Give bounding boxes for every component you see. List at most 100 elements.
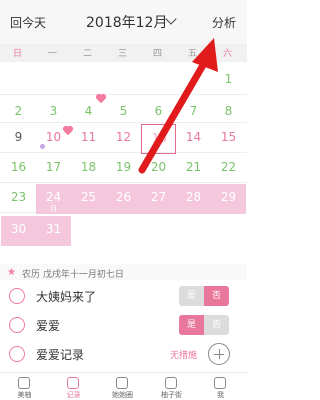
calendar-day-number: 22 [220, 160, 237, 174]
calendar-day-cell[interactable]: 12 [106, 124, 141, 154]
calendar-day-cell[interactable]: 16 [1, 154, 36, 184]
protection-note: 无措施 [170, 351, 198, 361]
calendar-day-cell[interactable]: 20 [141, 154, 176, 184]
calendar-day-number: 15 [220, 130, 237, 144]
tab-profile-label: 我 [217, 391, 224, 399]
calendar-day-number: 21 [185, 160, 202, 174]
calendar-app: 回今天 2018年12月 分析 日 一 二 三 四 五 六 1234567891… [0, 0, 247, 400]
calendar-grid: 1 2 3 4 5 6 7 8 9 10 11 12 13 14 15 16 17 18 19 20 21 22 23 24 月… [0, 62, 247, 262]
intimacy-no-button[interactable]: 否 [204, 315, 229, 335]
shop-icon [165, 377, 177, 389]
weekday-header: 日 一 二 三 四 五 六 [0, 44, 247, 62]
weekday-mon: 一 [47, 49, 57, 59]
home-icon [18, 377, 30, 389]
heart-icon [9, 317, 25, 333]
calendar-row-separator [0, 94, 247, 95]
bottom-tab-bar: 美柚 记录 她她圈 柚子街 我 [0, 372, 247, 400]
calendar-day-number: 16 [10, 160, 27, 174]
profile-icon [214, 377, 226, 389]
calendar-day-cell[interactable]: 1 [211, 66, 246, 96]
calendar-day-number: 20 [150, 160, 167, 174]
weekday-sat: 六 [222, 49, 232, 59]
tab-community-label: 她她圈 [112, 391, 133, 399]
calendar-day-cell[interactable]: 22 [211, 154, 246, 184]
tab-community[interactable]: 她她圈 [98, 373, 147, 400]
intimacy-row: 爱爱 是 否 [0, 311, 247, 339]
tab-shop[interactable]: 柚子街 [147, 373, 196, 400]
calendar-day-cell[interactable]: 25 [71, 184, 106, 214]
month-selector[interactable]: 2018年12月 [86, 12, 167, 32]
calendar-day-cell[interactable]: 9 [1, 124, 36, 154]
star-icon: ★ [7, 267, 16, 278]
calendar-day-number: 3 [49, 104, 58, 118]
calendar-day-number: 1 [224, 72, 233, 86]
calendar-day-number: 12 [115, 130, 132, 144]
calendar-day-number: 8 [224, 104, 233, 118]
weekday-sun: 日 [12, 49, 22, 59]
weekday-thu: 四 [152, 49, 162, 59]
intimacy-toggle[interactable]: 是 否 [179, 315, 229, 335]
calendar-day-cell[interactable]: 30 [1, 216, 36, 246]
weekday-wed: 三 [117, 49, 127, 59]
period-yes-button[interactable]: 是 [179, 286, 204, 306]
tab-record-label: 记录 [66, 391, 81, 399]
add-icon[interactable] [208, 343, 230, 365]
calendar-day-number: 14 [185, 130, 202, 144]
calendar-day-cell[interactable]: 18 [71, 154, 106, 184]
tab-shop-label: 柚子街 [161, 391, 182, 399]
day-detail-panel: ★ 农历 戊戌年十一月初七日 大姨妈来了 是 否 爱爱 是 否 爱爱记录 无措施 [0, 262, 247, 370]
calendar-day-sublabel: 月 [50, 205, 57, 213]
back-to-today-button[interactable]: 回今天 [10, 14, 46, 31]
calendar-day-cell[interactable]: 13 [141, 124, 176, 154]
calendar-day-cell[interactable]: 23 [1, 184, 36, 214]
calendar-day-number: 26 [115, 190, 132, 204]
calendar-day-number: 29 [220, 190, 237, 204]
calendar-day-number: 18 [80, 160, 97, 174]
calendar-day-cell[interactable]: 31 [36, 216, 71, 246]
calendar-day-number: 4 [84, 104, 93, 118]
weekday-fri: 五 [187, 49, 197, 59]
calendar-day-number: 28 [185, 190, 202, 204]
calendar-day-number: 6 [154, 104, 163, 118]
tab-home[interactable]: 美柚 [0, 373, 49, 400]
lunar-date-row: ★ 农历 戊戌年十一月初七日 [0, 264, 247, 280]
period-label: 大姨妈来了 [36, 290, 97, 304]
calendar-day-cell[interactable]: 29 [211, 184, 246, 214]
period-toggle[interactable]: 是 否 [179, 286, 229, 306]
drop-icon [9, 288, 25, 304]
calendar-day-cell[interactable]: 19 [106, 154, 141, 184]
calendar-day-cell[interactable]: 11 [71, 124, 106, 154]
period-row: 大姨妈来了 是 否 [0, 282, 247, 310]
period-no-button[interactable]: 否 [204, 286, 229, 306]
tab-record[interactable]: 记录 [49, 373, 98, 400]
calendar-day-number: 24 [45, 190, 62, 204]
weekday-tue: 二 [82, 49, 92, 59]
umbrella-icon [9, 346, 25, 362]
calendar-day-number: 19 [115, 160, 132, 174]
calendar-day-number: 31 [45, 222, 62, 236]
tab-profile[interactable]: 我 [196, 373, 245, 400]
dot-marker-icon [40, 144, 45, 149]
calendar-day-cell[interactable]: 28 [176, 184, 211, 214]
calendar-day-number: 13 [151, 131, 168, 145]
calendar-day-number: 11 [80, 130, 97, 144]
calendar-day-cell[interactable]: 17 [36, 154, 71, 184]
intimacy-record-label: 爱爱记录 [36, 348, 85, 362]
calendar-day-number: 27 [150, 190, 167, 204]
calendar-day-cell[interactable]: 27 [141, 184, 176, 214]
calendar-day-number: 7 [189, 104, 198, 118]
calendar-day-cell[interactable]: 26 [106, 184, 141, 214]
intimacy-record-row[interactable]: 爱爱记录 无措施 [0, 340, 247, 368]
calendar-day-cell[interactable]: 14 [176, 124, 211, 154]
community-icon [116, 377, 128, 389]
calendar-day-cell[interactable]: 21 [176, 154, 211, 184]
tab-home-label: 美柚 [17, 391, 32, 399]
intimacy-yes-button[interactable]: 是 [179, 315, 204, 335]
calendar-day-number: 17 [45, 160, 62, 174]
calendar-day-number: 25 [80, 190, 97, 204]
calendar-icon [67, 377, 79, 389]
calendar-day-cell[interactable]: 24 月 [36, 184, 71, 214]
calendar-day-cell[interactable]: 15 [211, 124, 246, 154]
analysis-button[interactable]: 分析 [212, 14, 236, 31]
top-bar: 回今天 2018年12月 分析 [0, 0, 247, 44]
